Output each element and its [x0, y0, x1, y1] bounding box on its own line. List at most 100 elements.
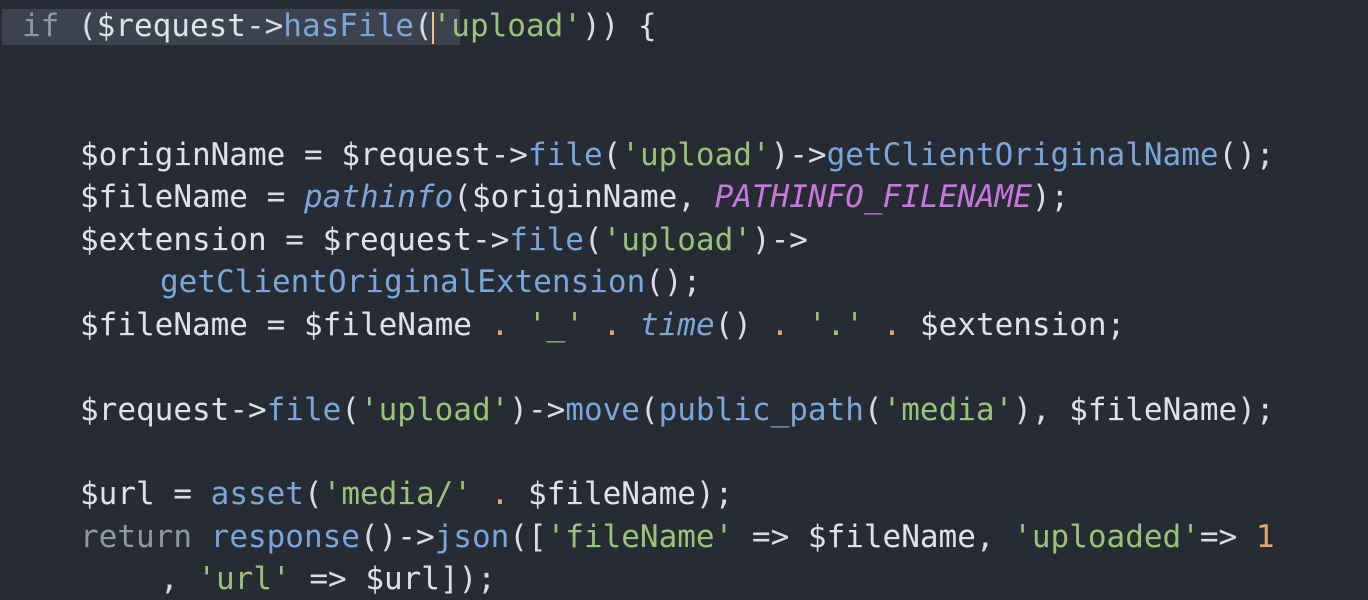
concat-operator: . [471, 476, 528, 512]
assign-operator: = [247, 179, 304, 215]
statement-end: (); [1218, 137, 1275, 173]
number-literal: 1 [1255, 519, 1275, 555]
function-json: json [434, 519, 510, 555]
statement-end: (); [645, 264, 702, 300]
variable-request: $request [80, 392, 230, 428]
semicolon: ; [1106, 307, 1126, 343]
variable-request: $request [96, 8, 246, 44]
open-paren: ( [583, 222, 603, 258]
close-paren-comma: ), [1013, 392, 1070, 428]
concat-operator: . [863, 307, 920, 343]
string-media: 'media' [882, 392, 1014, 428]
double-arrow-operator: => [290, 561, 366, 597]
string-url-key: 'url' [197, 561, 291, 597]
keyword-return: return [80, 519, 192, 555]
arrow-operator: -> [471, 222, 510, 258]
open-paren: ( [639, 392, 659, 428]
function-getclientoriginalextension: getClientOriginalExtension [160, 264, 646, 300]
string-uploaded-key: 'uploaded' [1013, 519, 1200, 555]
variable-filename: $fileName [807, 519, 976, 555]
assign-operator: = [247, 307, 304, 343]
keyword-if: if [22, 8, 60, 44]
arrow-operator: -> [397, 519, 435, 555]
function-time: time [639, 307, 715, 343]
close-paren: ) [751, 222, 771, 258]
double-arrow-operator: => [733, 519, 808, 555]
string-upload: 'upload' [621, 137, 771, 173]
open-paren: ( [602, 137, 622, 173]
concat-operator: . [751, 307, 808, 343]
assign-operator: = [266, 222, 323, 258]
arrow-operator: -> [770, 222, 808, 258]
variable-filename: $fileName [527, 476, 696, 512]
open-paren: ( [453, 179, 472, 215]
comma: , [677, 179, 715, 215]
code-line-1[interactable]: if ($request->hasFile('upload')) { [0, 5, 657, 47]
string-dot: '.' [807, 307, 864, 343]
open-paren: ( [341, 392, 360, 428]
variable-filename: $fileName [1069, 392, 1238, 428]
function-asset: asset [210, 476, 304, 512]
double-arrow-operator: => [1199, 519, 1256, 555]
string-upload: 'upload' [359, 392, 510, 428]
function-file: file [509, 222, 584, 258]
arrow-operator: -> [789, 137, 827, 173]
open-paren: ( [303, 476, 323, 512]
code-line-4[interactable]: $extension = $request->file('upload')-> [0, 219, 808, 261]
constant-pathinfo-filename: PATHINFO_FILENAME [714, 179, 1032, 215]
statement-end: ]); [439, 561, 496, 597]
function-public-path: public_path [658, 392, 864, 428]
close-paren: ) [770, 137, 790, 173]
code-line-10[interactable]: , 'url' => $url]); [0, 558, 496, 600]
variable-originname: $originName [80, 137, 286, 173]
open-bracket: ([ [509, 519, 547, 555]
function-move: move [565, 392, 640, 428]
variable-filename: $fileName [80, 179, 248, 215]
function-file: file [527, 137, 603, 173]
code-line-6[interactable]: $fileName = $fileName . '_' . time() . '… [0, 304, 1125, 346]
close-paren: ) [509, 392, 528, 428]
variable-request: $request [322, 222, 472, 258]
open-paren: ( [863, 392, 883, 428]
arrow-operator: -> [245, 8, 284, 44]
string-upload: 'upload' [602, 222, 752, 258]
function-file: file [266, 392, 342, 428]
function-hasfile: hasFile [283, 8, 414, 44]
comma: , [160, 561, 198, 597]
variable-extension: $extension [919, 307, 1107, 343]
code-line-8[interactable]: $url = asset('media/' . $fileName); [0, 473, 733, 515]
statement-end: ); [1237, 392, 1275, 428]
punctuation: ( [59, 8, 97, 44]
assign-operator: = [285, 137, 342, 173]
string-underscore: '_' [527, 307, 584, 343]
assign-operator: = [154, 476, 211, 512]
code-editor[interactable]: if ($request->hasFile('upload')) { $orig… [0, 0, 1368, 600]
close-brace: )) { [581, 8, 657, 44]
statement-end: ); [695, 476, 734, 512]
code-line-5[interactable]: getClientOriginalExtension(); [0, 261, 701, 303]
code-line-3[interactable]: $fileName = pathinfo($originName, PATHIN… [0, 176, 1069, 218]
parens: () [714, 307, 752, 343]
comma: , [975, 519, 1014, 555]
arrow-operator: -> [490, 137, 528, 173]
parens: () [359, 519, 398, 555]
function-pathinfo: pathinfo [303, 179, 454, 215]
variable-filename: $fileName [80, 307, 248, 343]
statement-end: ); [1031, 179, 1070, 215]
arrow-operator: -> [527, 392, 566, 428]
code-line-2[interactable]: $originName = $request->file('upload')->… [0, 134, 1275, 176]
function-response: response [210, 519, 360, 555]
variable-filename: $fileName [303, 307, 472, 343]
open-paren: ( [413, 8, 433, 44]
concat-operator: . [471, 307, 528, 343]
variable-url: $url [80, 476, 155, 512]
concat-operator: . [583, 307, 640, 343]
variable-url: $url [365, 561, 440, 597]
string-upload: 'upload' [432, 8, 582, 44]
variable-extension: $extension [80, 222, 267, 258]
code-line-7[interactable]: $request->file('upload')->move(public_pa… [0, 389, 1275, 431]
variable-originname: $originName [471, 179, 678, 215]
code-line-9[interactable]: return response()->json(['fileName' => $… [0, 516, 1275, 558]
string-filename-key: 'fileName' [546, 519, 734, 555]
